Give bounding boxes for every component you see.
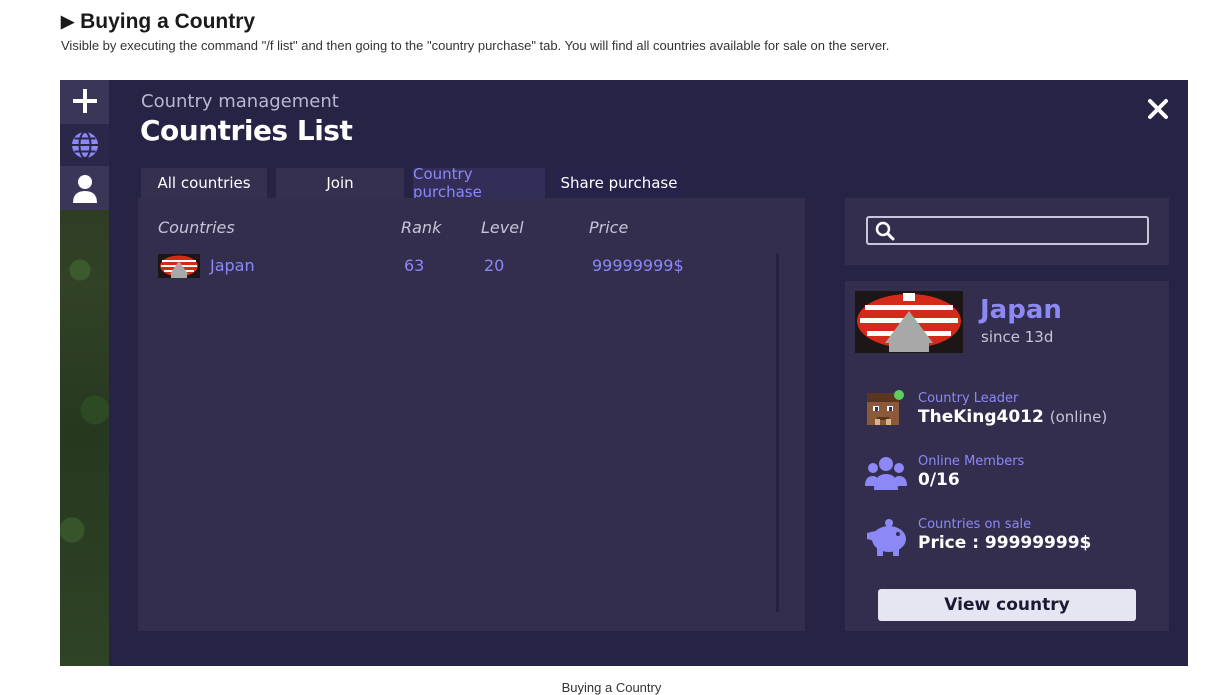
close-button[interactable] (1144, 95, 1172, 123)
close-icon (1148, 99, 1168, 119)
members-label: Online Members (918, 454, 1025, 469)
column-header-level: Level (481, 218, 524, 237)
piggy-bank-icon (867, 519, 906, 556)
country-since: since 13d (981, 328, 1054, 346)
list-scrollbar[interactable] (776, 254, 779, 612)
sidebar-item-profile[interactable] (60, 168, 109, 210)
doc-caption: Buying a Country (561, 680, 662, 695)
rank-cell: 63 (404, 256, 425, 275)
country-name-cell: Japan (210, 256, 255, 275)
level-cell: 20 (484, 256, 505, 275)
doc-title-text: Buying a Country (80, 10, 256, 33)
view-country-button[interactable]: View country (878, 589, 1136, 621)
globe-icon (71, 131, 98, 159)
search-panel (845, 198, 1169, 265)
members-value: 0/16 (918, 470, 960, 490)
country-title: Japan (980, 295, 1062, 325)
search-input[interactable] (866, 216, 1149, 245)
table-row[interactable]: Japan 63 20 99999999$ (138, 254, 758, 280)
tab-share-purchase[interactable]: Share purchase (554, 168, 684, 198)
leader-name: TheKing4012 (918, 407, 1044, 427)
sale-label: Countries on sale (918, 517, 1032, 532)
tab-join[interactable]: Join (276, 168, 404, 198)
leader-label: Country Leader (918, 391, 1019, 406)
column-header-price: Price (589, 218, 629, 237)
column-header-rank: Rank (401, 218, 442, 237)
plus-icon (72, 89, 97, 113)
search-icon (875, 221, 895, 241)
japan-flag-icon (158, 254, 200, 278)
tab-all-countries[interactable]: All countries (141, 168, 267, 198)
leader-status: (online) (1049, 408, 1108, 426)
japan-flag-large-icon (855, 291, 963, 353)
sale-value: Price : 99999999$ (918, 533, 1092, 553)
leader-avatar-icon (867, 390, 904, 425)
page-title: Countries List (140, 114, 353, 147)
members-icon (865, 457, 907, 490)
sidebar-item-countries[interactable] (60, 124, 109, 166)
countries-list-panel: Countries Rank Level Price Japan 63 20 9… (138, 198, 805, 631)
price-cell: 99999999$ (592, 256, 684, 275)
sidebar-item-create[interactable] (60, 80, 109, 122)
doc-title: ▶ Buying a Country (61, 10, 255, 34)
column-header-countries: Countries (158, 218, 235, 237)
header-subtitle: Country management (141, 91, 339, 112)
country-details-panel: Japan since 13d Country Leader TheKing40… (845, 281, 1169, 631)
triangle-icon: ▶ (61, 12, 75, 31)
tab-country-purchase[interactable]: Country purchase (413, 165, 545, 201)
game-window: Country management Countries List All co… (60, 80, 1188, 666)
sidebar (60, 80, 109, 210)
doc-description: Visible by executing the command "/f lis… (61, 38, 890, 53)
user-icon (72, 175, 97, 203)
leader-value: TheKing4012 (online) (918, 407, 1107, 427)
